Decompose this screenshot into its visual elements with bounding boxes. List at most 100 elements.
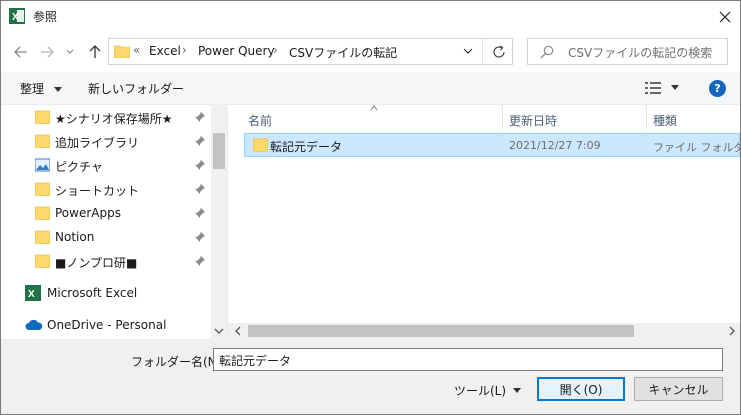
chevron-down-icon [463, 48, 473, 54]
column-header-name[interactable]: 名前 [248, 112, 272, 129]
cloud-icon [25, 319, 43, 330]
breadcrumb-overflow[interactable]: « [133, 43, 140, 57]
chevron-right-icon[interactable] [728, 326, 736, 336]
file-list: 名前 更新日時 種類 転記元データ 2021/12/27 7:09 ファイル フ… [228, 105, 741, 339]
sidebar-item-label: OneDrive - Personal [47, 318, 167, 332]
arrow-left-icon [14, 46, 27, 58]
svg-text:X: X [12, 12, 19, 23]
arrow-right-icon [41, 46, 54, 58]
scrollbar-thumb[interactable] [213, 133, 225, 169]
pin-icon[interactable] [194, 255, 206, 267]
sidebar-item-label: Notion [55, 230, 95, 244]
search-placeholder: CSVファイルの転記の検索 [568, 46, 713, 60]
pin-icon[interactable] [194, 135, 206, 147]
sidebar-item-label: ピクチャ [55, 160, 103, 174]
sidebar-item-label: ★シナリオ保存場所★ [55, 112, 173, 126]
breadcrumb-csv[interactable]: CSVファイルの転記 [289, 44, 397, 61]
organize-label: 整理 [20, 82, 45, 96]
chevron-down-icon [66, 49, 74, 54]
title-bar: X 参照 [1, 1, 740, 32]
sort-ascending-icon [370, 105, 378, 111]
chevron-down-icon[interactable] [214, 326, 224, 336]
chevron-down-icon [53, 87, 62, 92]
help-icon[interactable]: ? [709, 80, 726, 97]
forward-button[interactable] [37, 42, 57, 62]
refresh-icon [493, 45, 505, 58]
open-button[interactable]: 開く(O) [537, 377, 625, 401]
file-name: 転記元データ [270, 140, 343, 154]
sidebar-item-powerapps[interactable]: PowerApps [1, 201, 209, 225]
folder-icon [114, 45, 130, 58]
sidebar-item-label: PowerApps [55, 206, 121, 220]
file-row[interactable]: 転記元データ 2021/12/27 7:09 ファイル フォルダー [244, 133, 741, 157]
folder-icon [35, 110, 50, 124]
pin-icon[interactable] [194, 207, 206, 219]
chevron-down-icon[interactable] [512, 385, 522, 395]
details-view-icon[interactable] [644, 80, 662, 96]
folder-icon [35, 182, 50, 196]
cancel-button[interactable]: キャンセル [634, 377, 723, 401]
breadcrumb-power-query[interactable]: Power Query [198, 44, 275, 58]
column-header-type[interactable]: 種類 [653, 112, 677, 129]
refresh-button[interactable] [489, 42, 509, 62]
sidebar-item-library[interactable]: 追加ライブラリ [1, 129, 209, 153]
sidebar-item-label: ■ノンプロ研■ [55, 256, 138, 270]
sidebar-item-label: Microsoft Excel [47, 286, 138, 300]
pictures-icon [35, 158, 50, 172]
scrollbar-thumb[interactable] [248, 325, 634, 337]
breadcrumb-separator: › [273, 43, 278, 57]
divider [482, 39, 483, 64]
svg-text:X: X [28, 289, 35, 300]
chevron-down-icon[interactable] [669, 81, 681, 93]
list-scrollbar[interactable] [228, 323, 740, 339]
sidebar-item-label: ショートカット [55, 184, 140, 198]
pin-icon[interactable] [194, 111, 206, 123]
dialog-footer: フォルダー名(N): 転記元データ ツール(L) 開く(O) キャンセル [1, 339, 740, 414]
sidebar-item-notion[interactable]: Notion [1, 225, 209, 249]
close-icon [719, 11, 731, 23]
organize-button[interactable]: 整理 [20, 80, 62, 97]
folder-icon [35, 254, 50, 268]
folder-icon [35, 230, 50, 244]
arrow-up-icon [89, 45, 101, 58]
sidebar-item-excel[interactable]: X Microsoft Excel [1, 281, 209, 305]
navigation-pane: ★シナリオ保存場所★ 追加ライブラリ ピクチャ ショートカット PowerApp… [1, 105, 227, 339]
sidebar-item-nonpro[interactable]: ■ノンプロ研■ [1, 249, 209, 273]
address-bar[interactable]: « Excel › Power Query › CSVファイルの転記 [108, 38, 513, 65]
pin-icon[interactable] [194, 231, 206, 243]
sidebar-item-label: 追加ライブラリ [55, 136, 140, 150]
address-history-button[interactable] [460, 43, 476, 59]
breadcrumb-excel[interactable]: Excel [149, 44, 181, 58]
file-modified: 2021/12/27 7:09 [509, 139, 601, 152]
column-divider[interactable] [502, 105, 503, 129]
sidebar-item-onedrive[interactable]: OneDrive - Personal [1, 313, 209, 337]
pin-icon[interactable] [194, 183, 206, 195]
folder-name-field[interactable]: 転記元データ [213, 348, 723, 371]
file-type: ファイル フォルダー [653, 141, 741, 154]
new-folder-button[interactable]: 新しいフォルダー [88, 80, 184, 97]
chevron-left-icon[interactable] [234, 326, 242, 336]
sidebar-item-scenario[interactable]: ★シナリオ保存場所★ [1, 105, 209, 129]
folder-icon [35, 206, 50, 220]
folder-icon [35, 134, 50, 148]
sidebar-item-shortcut[interactable]: ショートカット [1, 177, 209, 201]
recent-locations-button[interactable] [63, 42, 77, 62]
search-icon [540, 45, 554, 59]
column-divider[interactable] [646, 105, 647, 129]
folder-icon [253, 138, 268, 152]
search-box[interactable]: CSVファイルの転記の検索 [527, 38, 728, 65]
up-button[interactable] [85, 42, 105, 62]
sidebar-item-pictures[interactable]: ピクチャ [1, 153, 209, 177]
folder-name-label: フォルダー名(N): [131, 355, 226, 369]
pin-icon[interactable] [194, 159, 206, 171]
tools-button[interactable]: ツール(L) [454, 382, 506, 399]
file-dialog: X 参照 « Excel › Power Query › CSVファイルの転記 [0, 0, 741, 415]
back-button[interactable] [11, 42, 31, 62]
excel-icon: X [25, 285, 41, 301]
excel-icon: X [9, 8, 25, 24]
nav-scrollbar[interactable] [211, 105, 227, 339]
close-button[interactable] [713, 5, 737, 29]
command-bar: 整理 新しいフォルダー ? [1, 72, 740, 105]
column-header-modified[interactable]: 更新日時 [509, 112, 557, 129]
breadcrumb-separator: › [182, 43, 187, 57]
